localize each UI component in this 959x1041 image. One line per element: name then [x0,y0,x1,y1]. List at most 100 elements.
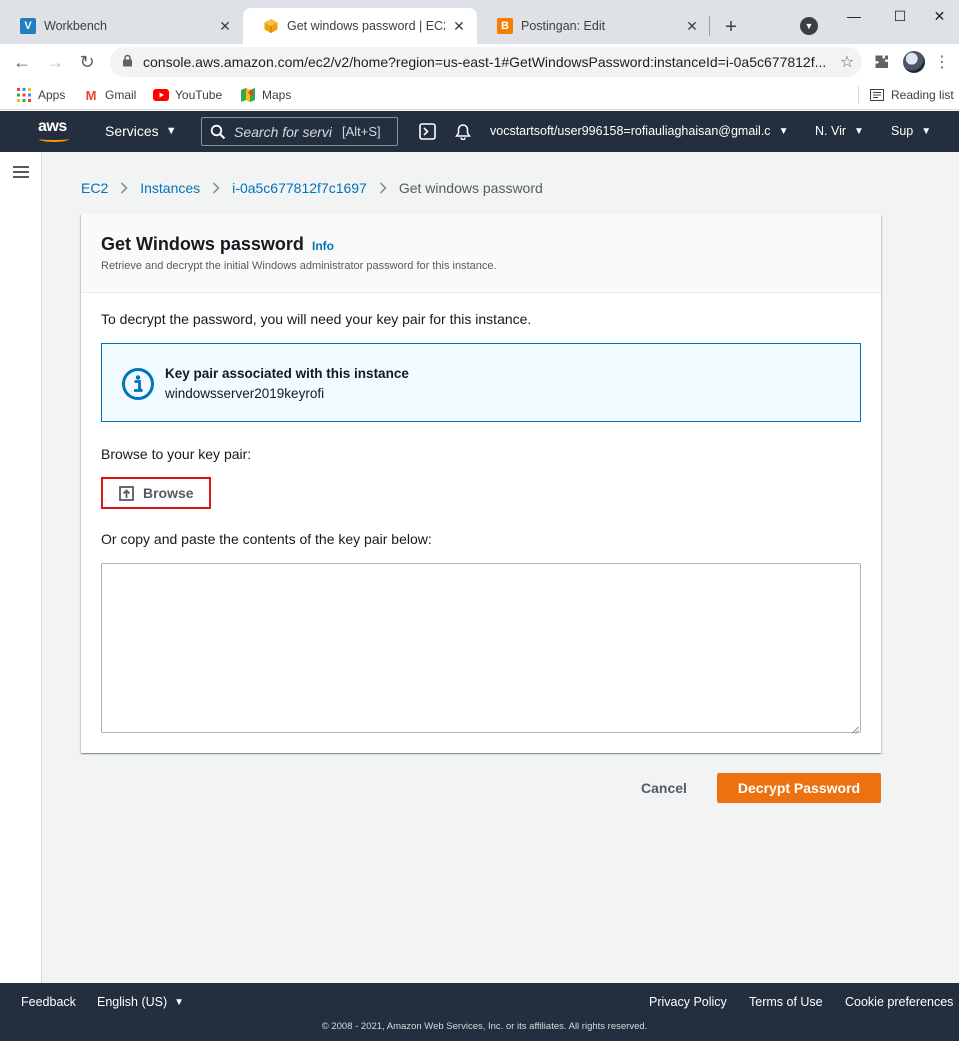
caret-down-icon: ▼ [778,125,789,137]
extensions-puzzle-icon[interactable] [872,52,892,72]
reading-list[interactable]: Reading list [869,86,954,104]
lock-icon [122,54,133,70]
copyright-text: © 2008 - 2021, Amazon Web Services, Inc.… [321,1021,648,1032]
key-pair-info-alert: Key pair associated with this instance w… [101,343,861,422]
bookmark-maps[interactable]: Maps [240,86,291,104]
breadcrumb-ec2[interactable]: EC2 [81,180,108,196]
aws-footer: Feedback English (US) ▼ Privacy Policy T… [0,983,959,1041]
close-tab-icon[interactable]: ✕ [217,18,233,34]
minimize-icon[interactable]: — [831,4,877,28]
bookmark-star-icon[interactable]: ☆ [832,52,862,72]
upload-icon [119,485,134,501]
maps-icon [240,87,256,103]
support-menu[interactable]: Sup ▼ [891,124,931,138]
close-window-icon[interactable]: ✕ [920,4,959,28]
language-selector[interactable]: English (US) ▼ [97,995,184,1009]
region-menu[interactable]: N. Vir ▼ [815,124,864,138]
caret-down-icon: ▼ [921,125,932,137]
page-title: Get Windows password [101,234,304,254]
aws-cube-favicon-icon [263,18,279,34]
search-placeholder: Search for services [234,123,332,140]
panel-header: Get Windows password Info Retrieve and d… [81,214,881,293]
hamburger-menu-icon[interactable] [13,166,29,178]
forward-icon[interactable]: → [42,49,68,75]
browser-menu-icon[interactable]: ⋮ [934,52,950,72]
caret-down-icon: ▼ [854,125,864,137]
breadcrumb-instances[interactable]: Instances [140,180,200,196]
bookmark-apps[interactable]: Apps [16,86,65,104]
browse-label: Browse to your key pair: [101,446,252,462]
feedback-link[interactable]: Feedback [21,995,76,1009]
tab-postingan-edit[interactable]: B Postingan: Edit ✕ [477,8,710,44]
tab-separator [709,16,710,36]
reload-icon[interactable]: ↻ [74,49,100,75]
get-windows-password-panel: Get Windows password Info Retrieve and d… [81,214,881,753]
resize-grip-icon[interactable] [850,722,859,734]
bookmark-youtube[interactable]: YouTube [153,86,222,104]
close-tab-icon[interactable]: ✕ [451,18,467,34]
tab-title: Get windows password | EC2 Ma [287,19,445,33]
youtube-icon [153,87,169,103]
key-pair-contents-textarea[interactable] [101,563,861,733]
bookmark-label: YouTube [175,88,223,102]
reading-list-icon [869,87,885,103]
tab-title: Postingan: Edit [521,19,606,33]
alert-title: Key pair associated with this instance [165,366,409,381]
browser-toolbar: ← → ↻ console.aws.amazon.com/ec2/v2/home… [0,44,959,80]
bookmark-label: Gmail [105,88,137,102]
aws-smile-icon [39,136,69,142]
services-menu[interactable]: Services ▼ [105,123,177,139]
browse-button-label: Browse [143,485,194,501]
breadcrumb-current: Get windows password [398,180,543,196]
aws-logo[interactable]: aws [38,119,72,143]
bookmark-label: Maps [262,88,292,102]
decrypt-password-button[interactable]: Decrypt Password [717,773,881,803]
bookmark-label: Apps [38,88,66,102]
new-tab-icon[interactable]: + [718,14,744,40]
address-bar[interactable]: console.aws.amazon.com/ec2/v2/home?regio… [110,47,862,77]
back-icon[interactable]: ← [9,49,35,75]
apps-grid-icon [16,87,32,103]
side-navigation-rail [0,152,42,983]
chevron-right-icon [379,182,387,194]
cookie-preferences-link[interactable]: Cookie preferences [845,995,953,1009]
tab-workbench[interactable]: V Workbench ✕ [0,8,243,44]
maximize-icon[interactable]: ☐ [877,4,923,28]
chevron-right-icon [120,182,128,194]
aws-search-box[interactable]: Search for services [Alt+S] [201,117,398,146]
caret-down-icon: ▼ [165,125,177,137]
browser-tab-strip: V Workbench ✕ Get windows password | EC2… [0,0,959,44]
breadcrumb: EC2 Instances i-0a5c677812f7c1697 Get wi… [81,180,543,196]
terms-of-use-link[interactable]: Terms of Use [749,995,823,1009]
cloudshell-icon[interactable] [418,122,436,140]
tab-get-windows-password[interactable]: Get windows password | EC2 Ma ✕ [243,8,477,44]
notifications-bell-icon[interactable] [454,122,472,140]
caret-down-icon: ▼ [174,996,185,1008]
search-shortcut: [Alt+S] [342,124,381,139]
aws-top-nav: aws Services ▼ Search for services [Alt+… [0,111,959,152]
bookmark-gmail[interactable]: M Gmail [83,86,137,104]
bookmark-separator [858,86,859,104]
cancel-button[interactable]: Cancel [624,773,704,803]
privacy-policy-link[interactable]: Privacy Policy [649,995,727,1009]
tab-search-icon[interactable]: ▼ [800,17,818,35]
workbench-favicon-icon: V [20,18,36,34]
profile-avatar[interactable] [903,51,925,73]
breadcrumb-instance-id[interactable]: i-0a5c677812f7c1697 [232,180,367,196]
info-circle-icon [121,367,155,401]
search-icon [210,124,226,140]
reading-list-label: Reading list [891,88,954,102]
key-pair-name: windowsserver2019keyrofi [165,386,325,401]
intro-text: To decrypt the password, you will need y… [101,311,532,327]
tab-title: Workbench [44,19,107,33]
browse-button[interactable]: Browse [101,477,211,509]
url-text: console.aws.amazon.com/ec2/v2/home?regio… [143,54,827,70]
blogger-favicon-icon: B [497,18,513,34]
gmail-icon: M [85,87,97,103]
bookmarks-bar: Apps M Gmail YouTube Maps Reading list [0,80,959,110]
info-link[interactable]: Info [312,239,334,253]
close-tab-icon[interactable]: ✕ [684,18,700,34]
account-menu[interactable]: vocstartsoft/user996158=rofiauliaghaisan… [490,124,788,138]
paste-label: Or copy and paste the contents of the ke… [101,531,432,547]
chevron-right-icon [212,182,220,194]
